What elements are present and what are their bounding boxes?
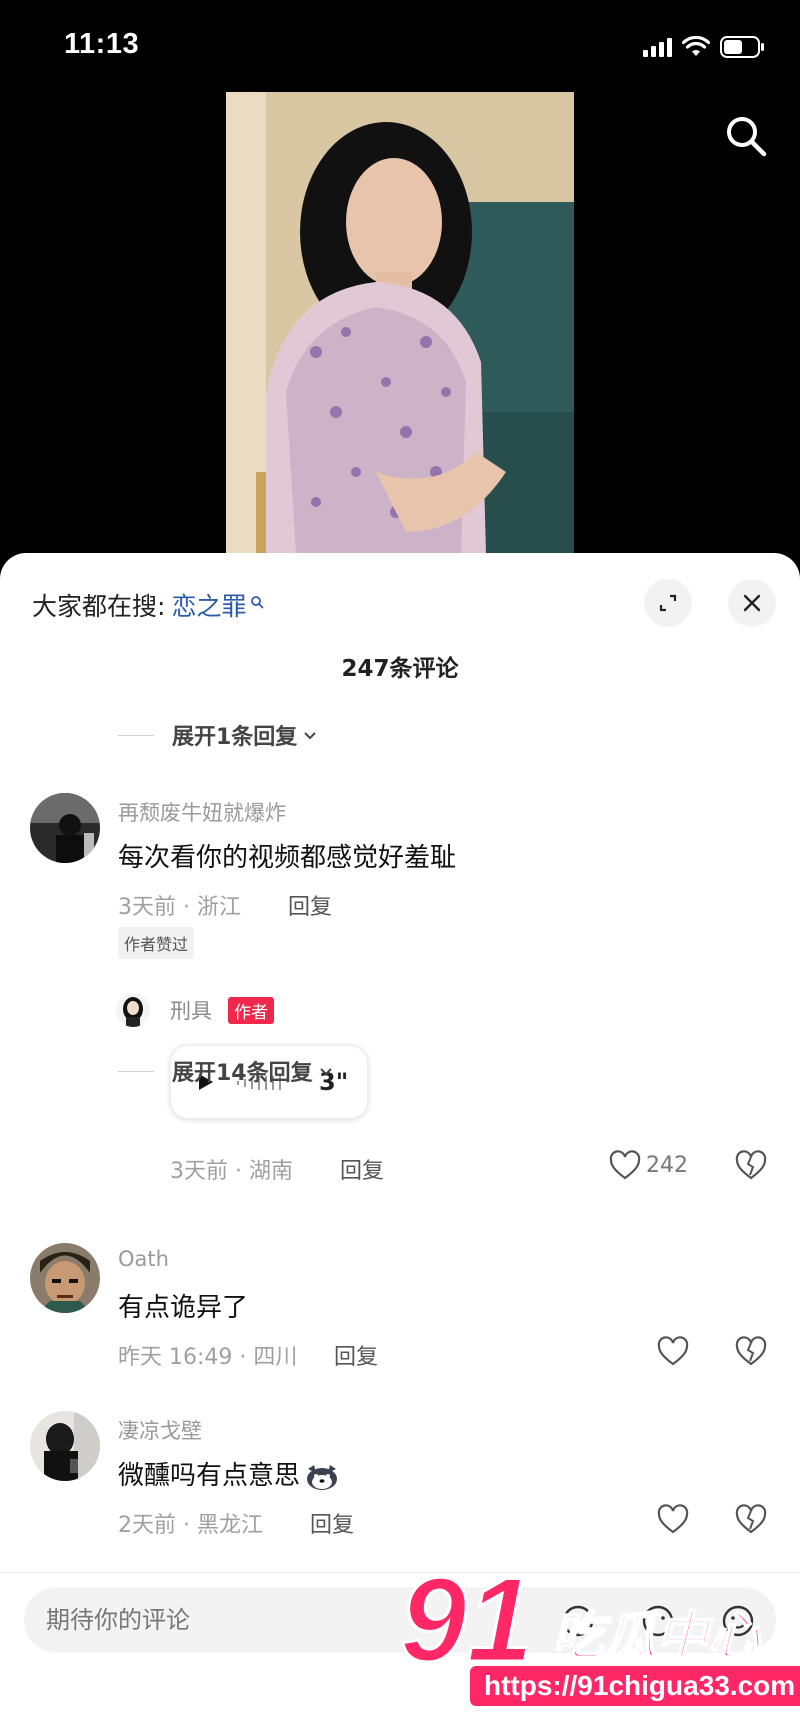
avatar[interactable] [30, 1411, 100, 1481]
author-username[interactable]: 刑具 [170, 995, 212, 1025]
comment-username[interactable]: 再颓废牛妞就爆炸 [118, 797, 286, 827]
close-icon [743, 594, 761, 612]
broken-heart-icon[interactable] [734, 1335, 768, 1369]
expand-replies-button[interactable]: 展开1条回复 [118, 719, 317, 751]
video-player[interactable] [226, 92, 574, 554]
status-icons [643, 36, 766, 58]
author-avatar[interactable] [116, 993, 150, 1027]
divider [118, 1070, 154, 1072]
status-bar: 11:13 [0, 0, 800, 96]
reply-button[interactable]: 回复 [334, 1339, 378, 1371]
comment-content: 有点诡异了 [118, 1293, 249, 1323]
video-frame [226, 92, 574, 554]
wifi-icon [682, 36, 710, 58]
author-reply-item: 刑具 作者 3" 3天前 · 湖南 回复 242 [0, 983, 800, 1233]
comment-meta: 2天前 · 黑龙江 [118, 1513, 263, 1538]
heart-icon[interactable] [656, 1503, 690, 1537]
comment-meta: 3天前 · 浙江 [118, 895, 241, 920]
close-button[interactable] [728, 579, 776, 627]
signal-icon [643, 37, 672, 57]
heart-icon[interactable] [656, 1335, 690, 1369]
status-time: 11:13 [64, 28, 140, 60]
chevron-down-icon [319, 1068, 332, 1076]
avatar[interactable] [30, 793, 100, 863]
author-liked-badge: 作者赞过 [118, 927, 195, 959]
expand-more-replies-button[interactable]: 展开14条回复 [118, 1055, 333, 1087]
husky-emoji-icon [307, 1464, 338, 1490]
broken-heart-icon[interactable] [734, 1503, 768, 1537]
battery-icon [720, 36, 766, 58]
expand-replies-label: 展开1条回复 [172, 725, 298, 750]
heart-icon[interactable] [608, 1149, 642, 1183]
broken-heart-icon[interactable] [734, 1149, 768, 1183]
comment-item: Oath 有点诡异了 昨天 16:49 · 四川 回复 [0, 1243, 800, 1373]
avatar[interactable] [30, 1243, 100, 1313]
reply-meta: 3天前 · 湖南 [170, 1159, 293, 1184]
watermark-name: 吃瓜中心 [551, 1606, 761, 1668]
comment-username[interactable]: Oath [118, 1247, 169, 1271]
like-count: 242 [646, 1153, 688, 1178]
author-tag: 作者 [228, 997, 274, 1024]
search-icon[interactable] [722, 112, 770, 160]
small-search-icon [250, 586, 264, 615]
hot-search-label: 大家都在搜: [32, 592, 166, 621]
reply-button[interactable]: 回复 [340, 1153, 384, 1185]
expand-sheet-button[interactable] [644, 579, 692, 627]
reply-button[interactable]: 回复 [310, 1507, 354, 1539]
watermark-url: https://91chigua33.com [470, 1666, 800, 1706]
watermark-number: 91 [398, 1553, 534, 1687]
reply-button[interactable]: 回复 [288, 889, 332, 921]
hot-search[interactable]: 大家都在搜: 恋之罪 [32, 587, 264, 623]
comment-text: 微醺吗有点意思 [118, 1461, 301, 1491]
comment-content: 每次看你的视频都感觉好羞耻 [118, 843, 457, 873]
hot-search-keyword[interactable]: 恋之罪 [171, 587, 246, 623]
comment-count: 247条评论 [341, 656, 459, 682]
comment-username[interactable]: 凄凉戈壁 [118, 1415, 202, 1445]
watermark-logo: 91 吃瓜中心 https://91chigua33.com [398, 1553, 800, 1732]
comment-meta: 昨天 16:49 · 四川 [118, 1345, 298, 1370]
expand-replies-label: 展开14条回复 [172, 1061, 313, 1086]
divider [118, 734, 154, 736]
chevron-down-icon [304, 732, 317, 740]
expand-icon [659, 594, 677, 612]
comment-item: 凄凉戈壁 微醺吗有点意思 2天前 · 黑龙江 回复 [0, 1411, 800, 1541]
comment-content: 微醺吗有点意思 [118, 1455, 340, 1492]
